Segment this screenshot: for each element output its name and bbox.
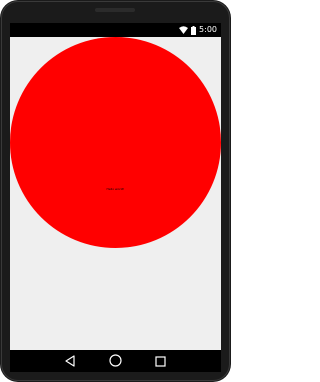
- back-icon: [64, 352, 76, 371]
- screen: 5:00 Hello world!: [10, 23, 221, 350]
- earpiece-speaker: [95, 8, 135, 12]
- recents-button[interactable]: [152, 353, 168, 369]
- status-bar: 5:00: [10, 23, 221, 37]
- battery-icon: [191, 25, 197, 35]
- status-icons: 5:00: [179, 24, 217, 36]
- back-button[interactable]: [62, 353, 78, 369]
- device-frame: 5:00 Hello world!: [0, 0, 231, 382]
- red-circle[interactable]: [10, 37, 221, 248]
- navigation-bar: [10, 350, 221, 372]
- wifi-icon: [179, 26, 189, 34]
- home-button[interactable]: [107, 353, 123, 369]
- recents-icon: [154, 352, 166, 371]
- home-icon: [108, 352, 122, 371]
- app-content: Hello world!: [10, 37, 221, 350]
- status-clock: 5:00: [199, 25, 217, 34]
- circle-label: Hello world!: [106, 187, 125, 191]
